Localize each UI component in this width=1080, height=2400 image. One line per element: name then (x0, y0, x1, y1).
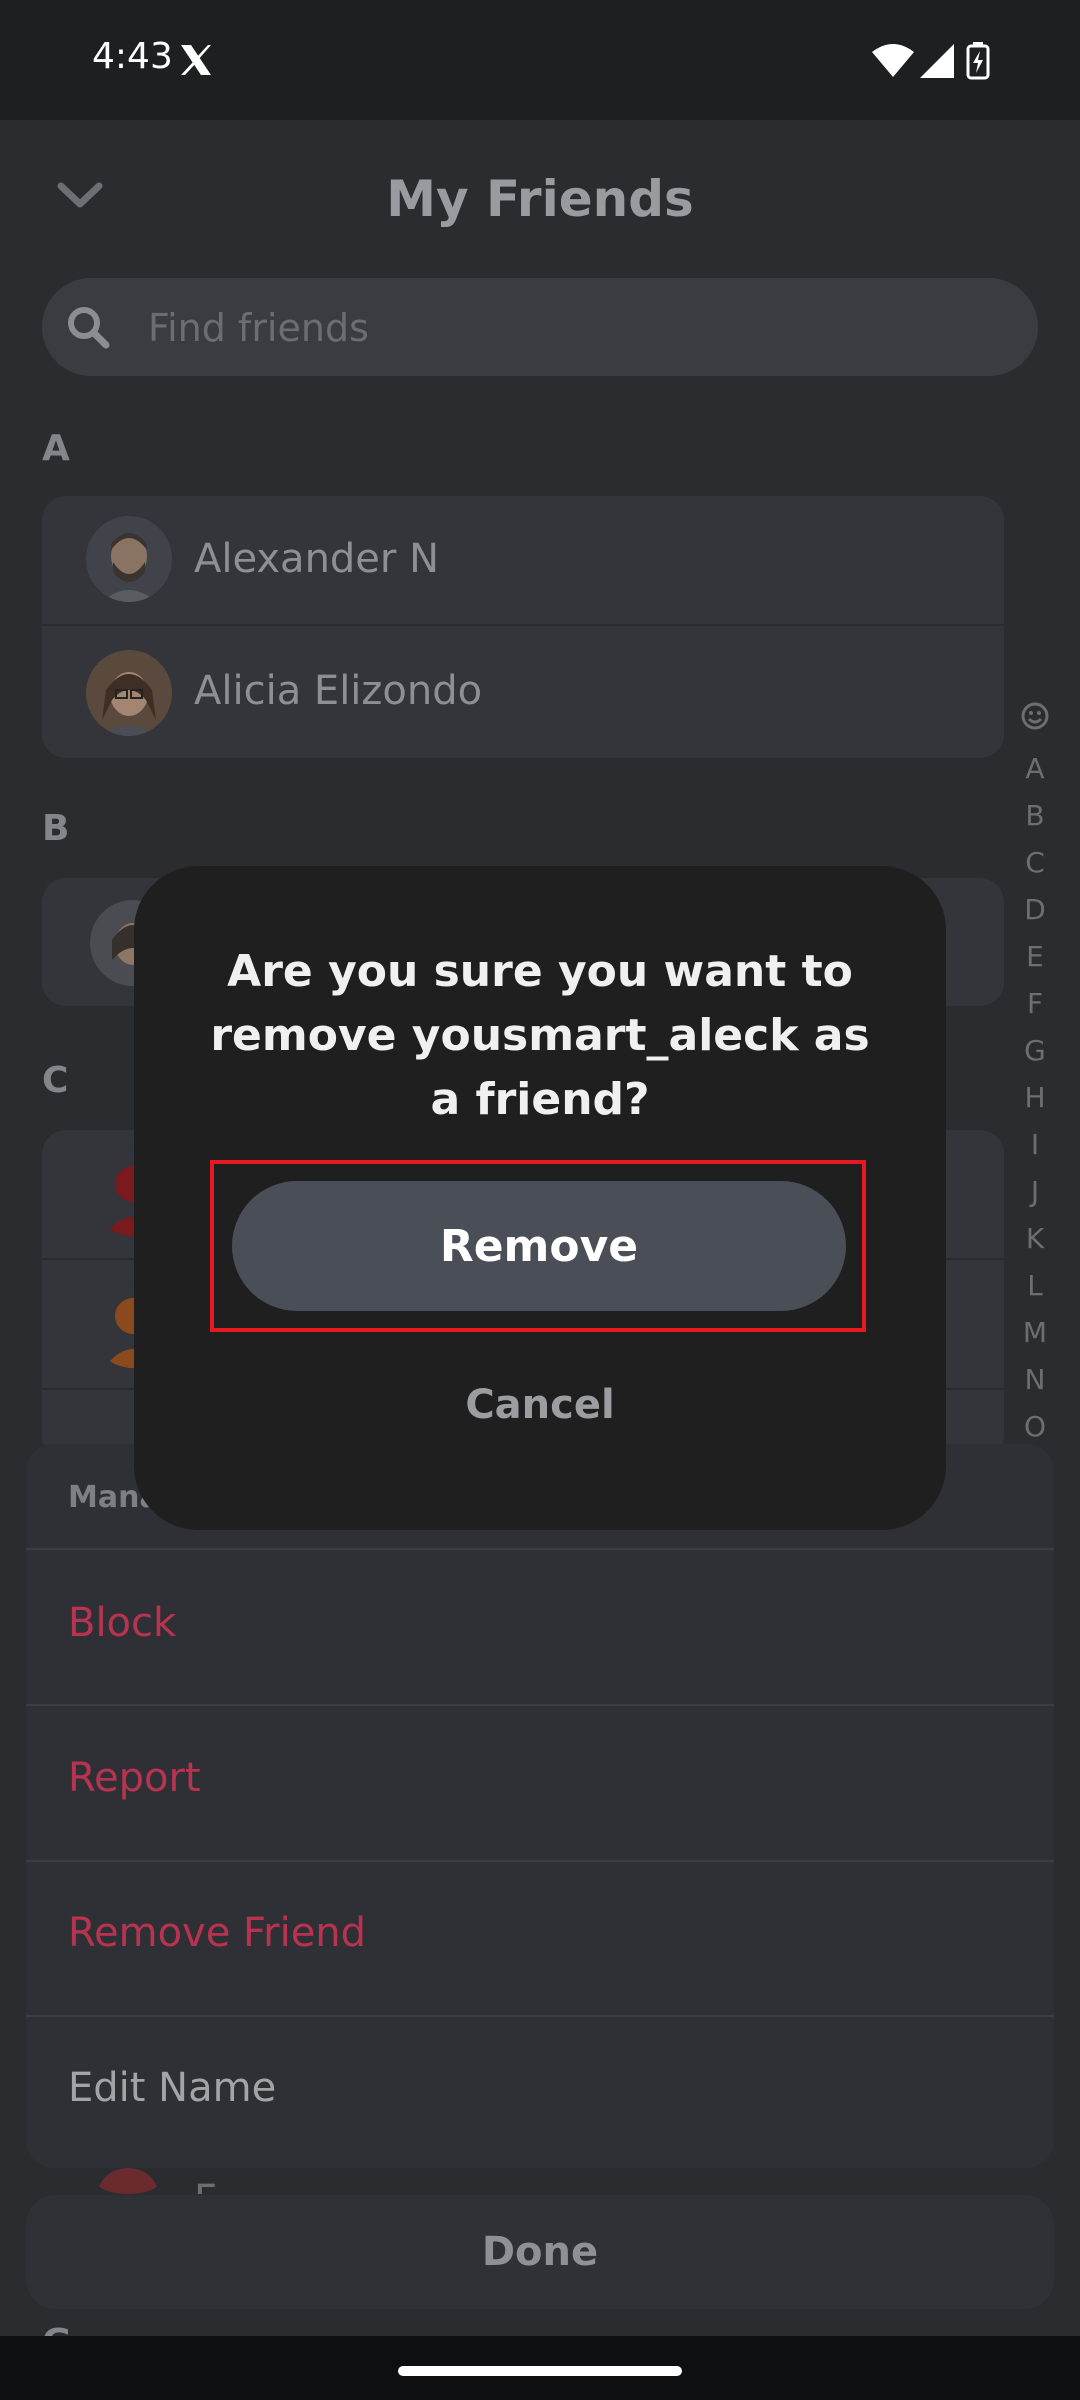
partial-friend-name: F (194, 2172, 234, 2194)
index-letter-n[interactable]: N (1020, 1363, 1050, 1396)
x-app-icon (181, 45, 211, 75)
smiley-icon[interactable] (1021, 702, 1049, 730)
friend-name: Alicia Elizondo (194, 668, 483, 714)
index-letter-i[interactable]: I (1020, 1128, 1050, 1161)
section-header-b: B (42, 808, 70, 849)
partial-section-letter: G (42, 2320, 82, 2336)
index-letter-o[interactable]: O (1020, 1410, 1050, 1443)
highlight-box (210, 1160, 866, 1332)
remove-friend-label: Remove Friend (68, 1910, 367, 1956)
report-label: Report (68, 1755, 201, 1801)
index-letter-k[interactable]: K (1020, 1222, 1050, 1255)
block-label: Block (68, 1600, 177, 1646)
signal-icon (920, 44, 954, 78)
page-title: My Friends (386, 170, 694, 228)
index-letter-l[interactable]: L (1020, 1269, 1050, 1302)
index-letter-e[interactable]: E (1020, 940, 1050, 973)
index-letter-g[interactable]: G (1020, 1034, 1050, 1067)
index-letter-h[interactable]: H (1020, 1081, 1050, 1114)
edit-name-label: Edit Name (68, 2065, 277, 2111)
block-option[interactable] (26, 1550, 1054, 1704)
friend-row-alexander[interactable] (42, 496, 1004, 624)
avatar (86, 516, 172, 602)
section-header-c: C (42, 1060, 69, 1101)
dialog-message: Are you sure you want to remove yousmart… (210, 946, 870, 1125)
home-indicator[interactable] (398, 2366, 682, 2376)
index-letter-a[interactable]: A (1020, 752, 1050, 785)
battery-charging-icon (966, 42, 990, 80)
index-letter-j[interactable]: J (1020, 1175, 1050, 1208)
wifi-icon (872, 44, 914, 77)
friend-row-alicia[interactable] (42, 626, 1004, 758)
done-button[interactable]: Done (26, 2195, 1054, 2309)
search-input[interactable] (146, 302, 1010, 354)
avatar (98, 2168, 158, 2194)
index-letter-b[interactable]: B (1020, 799, 1050, 832)
section-header-a: A (42, 428, 70, 469)
index-letter-d[interactable]: D (1020, 893, 1050, 926)
index-letter-c[interactable]: C (1020, 846, 1050, 879)
cancel-button[interactable]: Cancel (360, 1370, 720, 1440)
index-letter-f[interactable]: F (1020, 987, 1050, 1020)
status-time: 4:43 (92, 36, 173, 77)
index-letter-m[interactable]: M (1020, 1316, 1050, 1349)
avatar (86, 650, 172, 736)
search-icon (68, 307, 110, 349)
friend-name: Alexander N (194, 536, 439, 582)
